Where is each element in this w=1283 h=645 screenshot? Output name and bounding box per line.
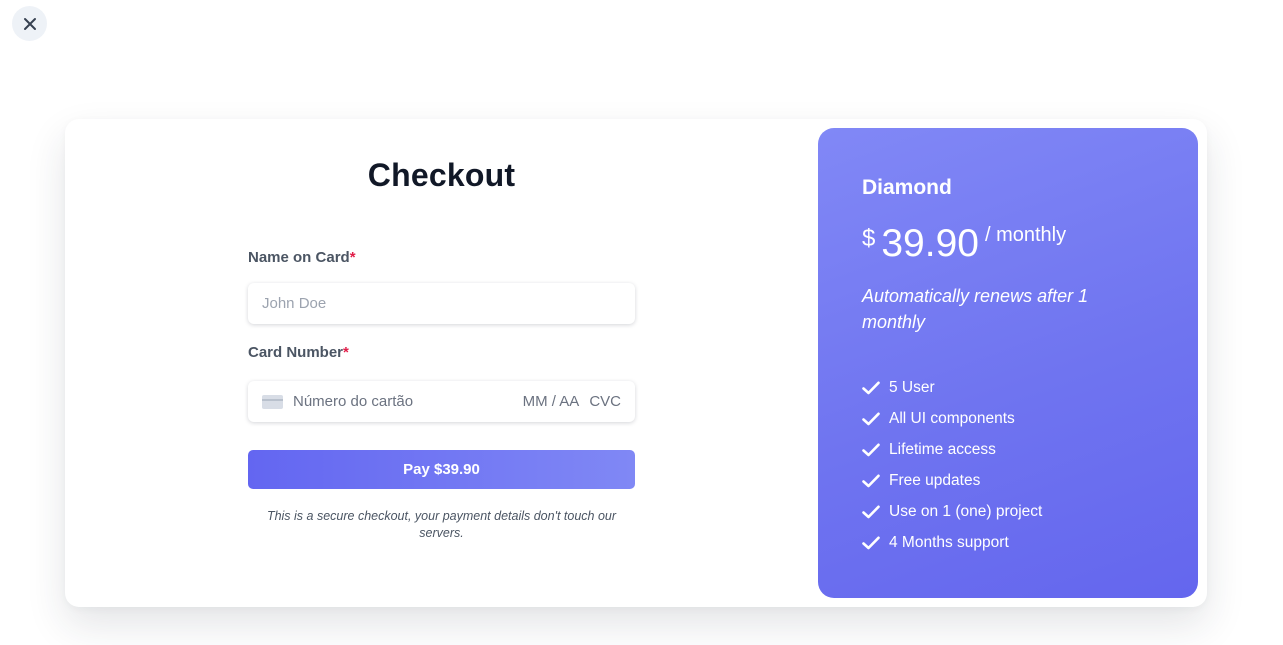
- secure-checkout-note: This is a secure checkout, your payment …: [266, 509, 617, 540]
- check-icon: [862, 536, 880, 549]
- name-on-card-label-text: Name on Card: [248, 249, 350, 266]
- check-icon: [862, 474, 880, 487]
- name-on-card-placeholder: John Doe: [262, 295, 327, 312]
- check-icon: [862, 505, 880, 518]
- feature-item: 5 User: [862, 372, 1042, 403]
- card-expiry-cvc[interactable]: MM / AA CVC: [523, 393, 621, 410]
- feature-list: 5 User All UI components Lifetime access…: [862, 372, 1042, 558]
- plan-price: $ 39.90 / monthly: [862, 221, 1066, 267]
- check-icon: [862, 412, 880, 425]
- close-button[interactable]: [12, 6, 47, 41]
- name-on-card-input[interactable]: John Doe: [248, 283, 635, 324]
- plan-summary-card: Diamond $ 39.90 / monthly Automatically …: [818, 128, 1198, 598]
- plan-currency: $: [862, 225, 876, 252]
- feature-label: 4 Months support: [889, 533, 1009, 551]
- expiry-placeholder[interactable]: MM / AA: [523, 393, 580, 410]
- required-mark: *: [349, 249, 356, 266]
- card-number-field[interactable]: Número do cartão: [262, 393, 413, 410]
- pay-button[interactable]: Pay $39.90: [248, 450, 635, 489]
- required-mark: *: [343, 344, 349, 361]
- card-number-input[interactable]: Número do cartão MM / AA CVC: [248, 381, 635, 422]
- card-number-label-text: Card Number: [248, 344, 344, 361]
- checkout-modal: Checkout Name on Card* John Doe Card Num…: [65, 119, 1207, 607]
- renewal-note: Automatically renews after 1 monthly: [862, 286, 1089, 332]
- feature-item: Free updates: [862, 465, 1042, 496]
- plan-name: Diamond: [862, 176, 952, 199]
- feature-label: Lifetime access: [889, 440, 996, 458]
- feature-label: Free updates: [889, 471, 981, 489]
- close-icon: [23, 17, 36, 30]
- credit-card-icon: [262, 394, 283, 409]
- feature-label: 5 User: [889, 378, 935, 396]
- card-number-placeholder: Número do cartão: [293, 393, 414, 410]
- feature-item: Use on 1 (one) project: [862, 496, 1042, 527]
- cvc-placeholder[interactable]: CVC: [589, 393, 621, 410]
- feature-label: Use on 1 (one) project: [889, 502, 1043, 520]
- name-on-card-label: Name on Card*: [248, 249, 356, 266]
- feature-item: 4 Months support: [862, 527, 1042, 558]
- check-icon: [862, 381, 880, 394]
- feature-item: Lifetime access: [862, 434, 1042, 465]
- card-number-label: Card Number*: [248, 344, 349, 361]
- feature-item: All UI components: [862, 403, 1042, 434]
- feature-label: All UI components: [889, 409, 1015, 427]
- page-title: Checkout: [367, 157, 516, 193]
- check-icon: [862, 443, 880, 456]
- plan-period: / monthly: [984, 224, 1067, 246]
- plan-amount: 39.90: [881, 222, 979, 265]
